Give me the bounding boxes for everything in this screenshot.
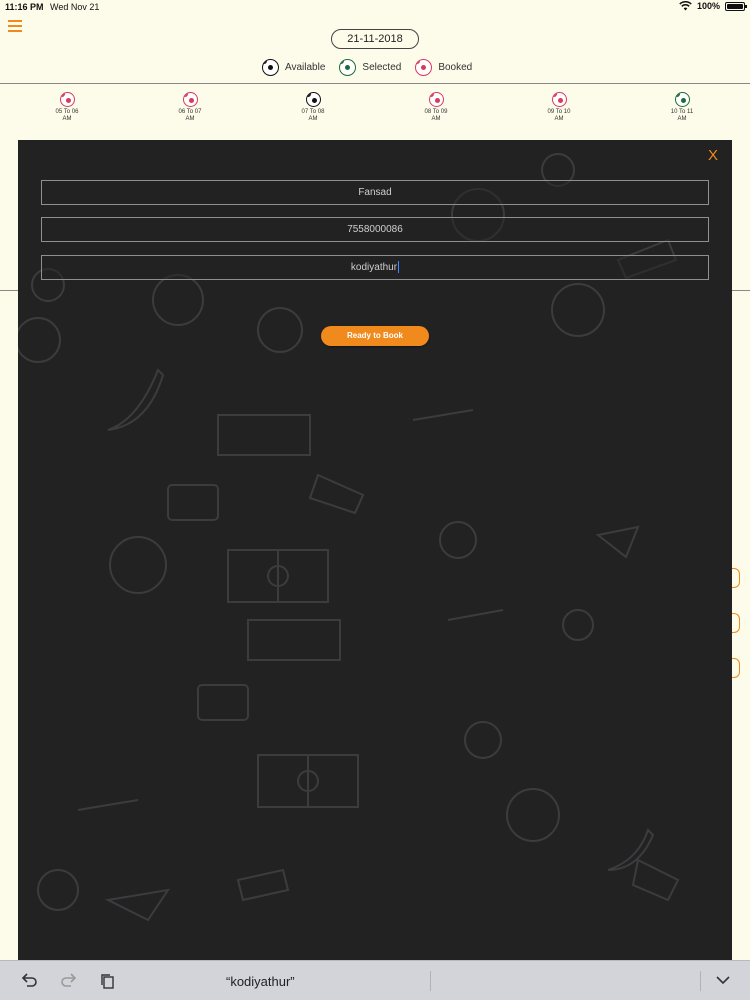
football-booked-icon — [551, 92, 567, 107]
keyboard-shortcut-bar: “kodiyathur” — [0, 960, 750, 1000]
name-field[interactable]: Fansad — [41, 180, 709, 205]
booking-modal: X Fansad 7558000086 kodiyathur Ready to … — [18, 140, 732, 960]
football-booked-icon — [182, 92, 198, 107]
football-booked-icon — [415, 59, 433, 76]
date-selector[interactable]: 21-11-2018 — [331, 29, 419, 49]
autocorrect-suggestion[interactable]: “kodiyathur” — [226, 974, 295, 989]
battery-icon — [725, 1, 747, 11]
football-available-icon — [305, 92, 321, 107]
slot-period: AM — [62, 116, 72, 122]
slot-period: AM — [308, 116, 318, 122]
football-selected-icon — [339, 59, 357, 76]
legend: Available Selected Booked — [262, 59, 472, 76]
side-tab[interactable] — [732, 613, 740, 633]
time-slot[interactable]: 05 To 06 AM — [37, 92, 97, 123]
slot-time: 08 To 09 — [424, 109, 448, 115]
slot-period: AM — [185, 116, 195, 122]
legend-available: Available — [262, 59, 325, 76]
status-time: 11:16 PM — [5, 2, 44, 12]
slot-time: 10 To 11 — [670, 109, 694, 115]
undo-icon[interactable] — [20, 973, 38, 989]
paste-icon[interactable] — [100, 973, 116, 989]
redo-icon[interactable] — [60, 973, 78, 989]
time-slot[interactable]: 08 To 09 AM — [406, 92, 466, 123]
football-booked-icon — [59, 92, 75, 107]
divider — [732, 290, 750, 291]
side-tab[interactable] — [732, 658, 740, 678]
close-modal-button[interactable]: X — [708, 147, 718, 164]
legend-label: Selected — [362, 62, 402, 73]
slot-period: AM — [431, 116, 441, 122]
slot-time: 09 To 10 — [547, 109, 571, 115]
chevron-down-icon[interactable] — [715, 975, 731, 985]
ready-to-book-button[interactable]: Ready to Book — [321, 326, 429, 346]
divider — [700, 971, 701, 991]
slot-time: 06 To 07 — [178, 109, 202, 115]
time-slot[interactable]: 07 To 08 AM — [283, 92, 343, 123]
hamburger-menu-icon[interactable] — [8, 20, 22, 32]
text-cursor — [398, 261, 400, 274]
time-slot[interactable]: 09 To 10 AM — [529, 92, 589, 123]
wifi-icon — [679, 1, 692, 11]
slot-time: 05 To 06 — [55, 109, 79, 115]
slot-time: 07 To 08 — [301, 109, 325, 115]
status-bar: 11:16 PM Wed Nov 21 100% — [0, 0, 750, 16]
slot-period: AM — [677, 116, 687, 122]
battery-percent: 100% — [696, 1, 720, 11]
status-date: Wed Nov 21 — [50, 2, 100, 12]
place-field[interactable]: kodiyathur — [41, 255, 709, 280]
phone-field[interactable]: 7558000086 — [41, 217, 709, 242]
divider — [0, 290, 18, 291]
place-field-value: kodiyathur — [350, 262, 398, 273]
time-slot[interactable]: 06 To 07 AM — [160, 92, 220, 123]
side-tab[interactable] — [732, 568, 740, 588]
football-available-icon — [262, 59, 279, 76]
time-slot[interactable]: 10 To 11 AM — [652, 92, 712, 123]
slot-period: AM — [554, 116, 564, 122]
legend-label: Booked — [438, 62, 473, 73]
time-slots-row: 05 To 06 AM 06 To 07 AM 07 To 08 AM 08 T… — [0, 92, 750, 132]
football-selected-icon — [674, 92, 690, 107]
status-right: 100% — [679, 1, 747, 11]
legend-booked: Booked — [415, 59, 472, 76]
legend-selected: Selected — [339, 59, 401, 76]
legend-label: Available — [285, 62, 326, 73]
football-booked-icon — [428, 92, 444, 107]
divider — [0, 83, 750, 84]
divider — [430, 971, 431, 991]
